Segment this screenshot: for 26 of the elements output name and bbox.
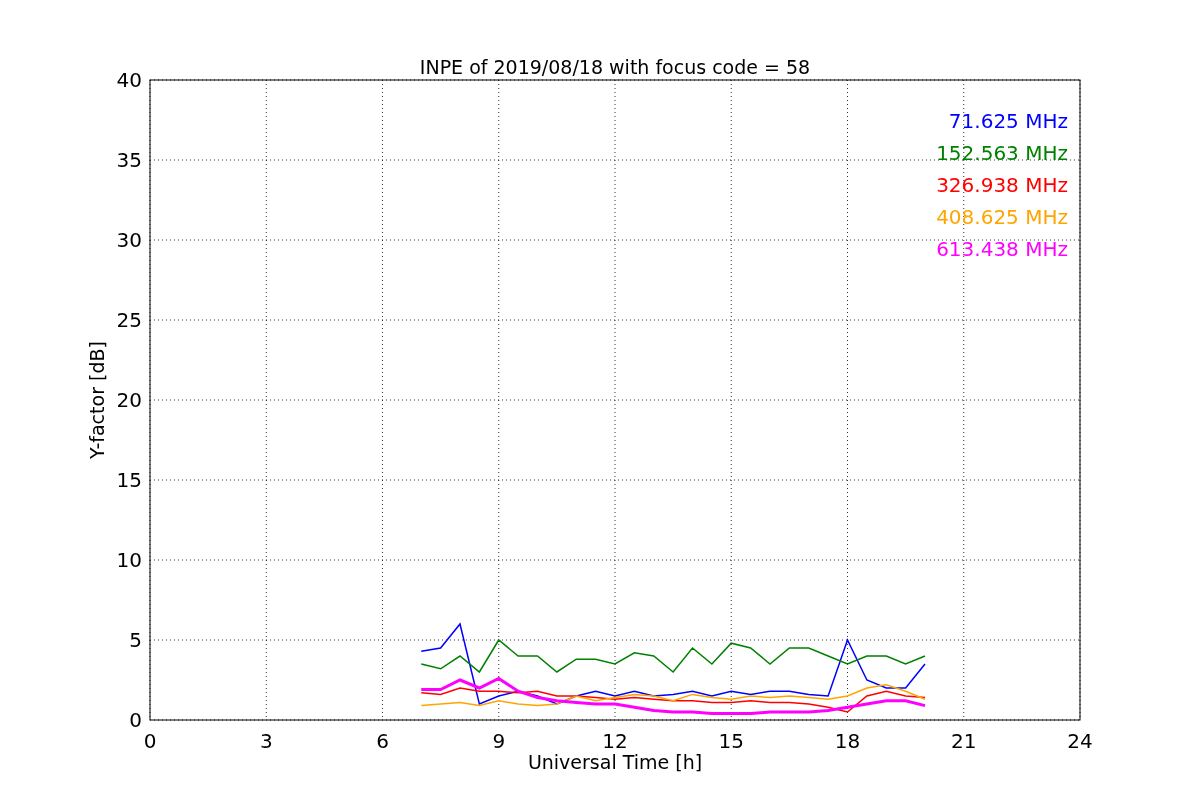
y-tick-label: 5 bbox=[129, 628, 142, 652]
y-tick-label: 10 bbox=[116, 548, 142, 572]
x-tick-label: 3 bbox=[259, 729, 273, 753]
y-tick-label: 40 bbox=[116, 68, 142, 92]
chart-title: INPE of 2019/08/18 with focus code = 58 bbox=[419, 56, 811, 78]
y-tick-label: 0 bbox=[129, 708, 142, 732]
legend-label: 71.625 MHz bbox=[948, 109, 1068, 133]
x-tick-label: 9 bbox=[492, 729, 506, 753]
y-tick-label: 25 bbox=[116, 308, 142, 332]
y-axis-label: Y-factor [dB] bbox=[86, 341, 108, 459]
y-tick-label: 20 bbox=[116, 388, 142, 412]
x-tick-label: 12 bbox=[602, 729, 628, 753]
legend-label: 326.938 MHz bbox=[936, 173, 1068, 197]
legend-label: 152.563 MHz bbox=[936, 141, 1068, 165]
x-tick-label: 0 bbox=[143, 729, 157, 753]
x-tick-label: 18 bbox=[834, 729, 861, 753]
y-tick-label: 15 bbox=[116, 468, 142, 492]
x-axis-label: Universal Time [h] bbox=[527, 751, 703, 773]
x-tick-label: 21 bbox=[951, 729, 977, 753]
legend-label: 408.625 MHz bbox=[936, 205, 1068, 229]
x-tick-label: 6 bbox=[376, 729, 389, 753]
x-tick-label: 15 bbox=[718, 729, 744, 753]
legend-label: 613.438 MHz bbox=[936, 237, 1068, 261]
x-tick-label: 24 bbox=[1067, 729, 1093, 753]
y-tick-label: 30 bbox=[116, 228, 142, 252]
y-tick-label: 35 bbox=[116, 148, 142, 172]
